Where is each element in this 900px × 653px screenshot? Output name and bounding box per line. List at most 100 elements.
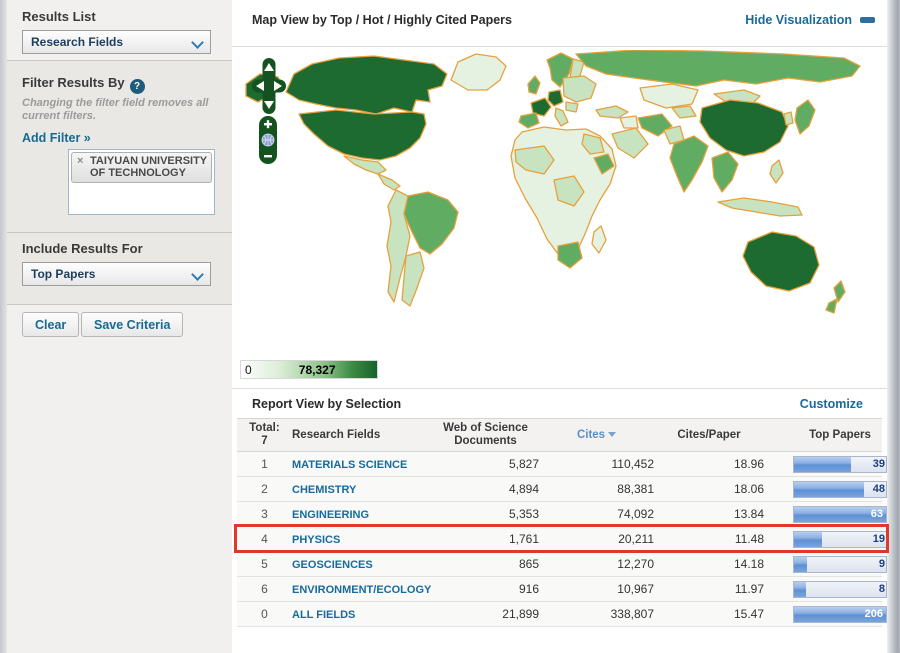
sidebar: Results List Research Fields Filter Resu…: [0, 0, 232, 653]
results-list-dropdown[interactable]: Research Fields: [22, 30, 211, 54]
map-region-canada[interactable]: [285, 55, 448, 115]
results-list-heading: Results List: [22, 9, 96, 24]
top-papers-bar: 48: [793, 480, 887, 498]
map-region-new-zealand-north[interactable]: [833, 280, 846, 303]
filter-heading: Filter Results By?: [22, 75, 145, 94]
clear-button[interactable]: Clear: [22, 312, 80, 337]
add-filter-link[interactable]: Add Filter »: [22, 131, 91, 145]
map-region-kazakhstan[interactable]: [639, 83, 699, 109]
map-region-indonesia[interactable]: [717, 197, 803, 217]
map-region-china[interactable]: [699, 99, 789, 157]
save-criteria-button[interactable]: Save Criteria: [81, 312, 184, 337]
esi-app-window: Results List Research Fields Filter Resu…: [0, 0, 900, 653]
table-row: 5 GEOSCIENCES 865 12,270 14.18 9: [237, 552, 887, 577]
map-region-iraq-syria[interactable]: [619, 115, 639, 129]
research-field-link[interactable]: CHEMISTRY: [292, 484, 356, 496]
row-wos-documents: 21,899: [502, 607, 539, 621]
sort-desc-icon: [608, 431, 617, 437]
chevron-down-icon: [193, 37, 203, 47]
row-cites: 74,092: [617, 507, 654, 521]
col-header-cites[interactable]: Cites: [539, 429, 654, 442]
map-region-uk[interactable]: [527, 75, 541, 95]
top-papers-bar: 8: [793, 580, 887, 598]
col-header-cites-per-paper: Cites/Paper: [677, 428, 741, 441]
map-region-argentina[interactable]: [401, 251, 425, 307]
hide-visualization-label: Hide Visualization: [745, 13, 852, 27]
map-region-russia[interactable]: [575, 50, 861, 87]
map-region-japan[interactable]: [794, 99, 816, 135]
row-wos-documents: 865: [518, 557, 539, 571]
map-region-saudi-arabia[interactable]: [611, 127, 649, 159]
map-region-southeast-asia[interactable]: [711, 151, 739, 193]
map-view-title: Map View by Top / Hot / Highly Cited Pap…: [252, 13, 512, 27]
main-panel: Map View by Top / Hot / Highly Cited Pap…: [232, 0, 889, 653]
customize-link[interactable]: Customize: [800, 397, 863, 411]
help-icon[interactable]: ?: [129, 79, 145, 94]
table-row: 1 MATERIALS SCIENCE 5,827 110,452 18.96 …: [237, 452, 887, 477]
legend-max-value: 78,327: [298, 363, 336, 377]
research-field-link[interactable]: MATERIALS SCIENCE: [292, 459, 407, 471]
research-field-link[interactable]: GEOSCIENCES: [292, 559, 373, 571]
map-region-usa[interactable]: [298, 109, 427, 161]
row-cites-per-paper: 11.97: [734, 582, 764, 596]
filter-note: Changing the filter field removes all cu…: [22, 97, 209, 122]
map-pan-control[interactable]: [252, 58, 286, 114]
collapse-minus-icon: [860, 17, 875, 23]
active-filters-box: × TAIYUAN UNIVERSITY OF TECHNOLOGY: [68, 149, 215, 215]
row-rank: 2: [261, 482, 268, 496]
top-papers-value: 63: [870, 508, 883, 520]
map-region-brazil[interactable]: [403, 191, 459, 255]
map-region-germany[interactable]: [547, 89, 564, 107]
map-region-balkans[interactable]: [565, 101, 579, 113]
map-region-korea[interactable]: [783, 111, 794, 126]
choropleth-map[interactable]: [244, 50, 869, 350]
map-region-greenland[interactable]: [450, 53, 507, 91]
map-region-india[interactable]: [669, 135, 709, 193]
scrollbar-track[interactable]: [887, 0, 900, 653]
top-papers-value: 48: [872, 483, 885, 495]
row-cites-per-paper: 13.84: [733, 507, 764, 521]
map-region-turkey[interactable]: [595, 105, 629, 119]
hide-visualization-link[interactable]: Hide Visualization: [745, 13, 875, 27]
map-region-madagascar[interactable]: [591, 225, 607, 254]
map-region-spain[interactable]: [518, 112, 540, 129]
total-count: Total: 7: [249, 422, 280, 447]
map-region-philippines[interactable]: [769, 159, 784, 184]
remove-filter-icon[interactable]: ×: [77, 155, 83, 167]
report-view-title: Report View by Selection: [252, 397, 402, 411]
sidebar-edge-strip: [0, 0, 7, 653]
map-zoom-control[interactable]: [258, 116, 278, 164]
row-rank: 1: [261, 457, 268, 471]
row-rank: 6: [261, 582, 268, 596]
top-papers-bar-fill: [794, 556, 807, 572]
research-field-link[interactable]: ENVIRONMENT/ECOLOGY: [292, 584, 431, 596]
results-list-dropdown-value: Research Fields: [31, 35, 124, 49]
chevron-down-icon: [193, 269, 203, 279]
row-cites-per-paper: 18.06: [733, 482, 764, 496]
map-region-eastern-europe[interactable]: [562, 75, 597, 103]
row-rank: 4: [261, 532, 268, 546]
map-region-italy[interactable]: [554, 107, 569, 127]
top-papers-bar-fill: [794, 531, 822, 547]
map-region-central-america[interactable]: [377, 173, 401, 191]
research-field-link[interactable]: PHYSICS: [292, 534, 340, 546]
map-region-south-africa[interactable]: [557, 241, 583, 269]
map-region-australia[interactable]: [742, 231, 820, 292]
top-papers-bar: 19: [793, 530, 887, 548]
top-papers-bar: 63: [793, 505, 887, 523]
row-cites-per-paper: 18.96: [733, 457, 764, 471]
research-field-link[interactable]: ENGINEERING: [292, 509, 369, 521]
top-papers-value: 8: [878, 583, 885, 595]
include-results-dropdown[interactable]: Top Papers: [22, 262, 211, 286]
map-region-central-asia[interactable]: [671, 105, 697, 119]
research-field-link[interactable]: ALL FIELDS: [292, 609, 355, 621]
row-cites-per-paper: 11.48: [734, 532, 764, 546]
table-body: 1 MATERIALS SCIENCE 5,827 110,452 18.96 …: [234, 452, 889, 627]
include-results-dropdown-value: Top Papers: [31, 267, 96, 281]
col-header-research-fields: Research Fields: [292, 428, 381, 441]
world-map: 0 78,327: [232, 48, 887, 388]
row-rank: 0: [261, 607, 268, 621]
map-region-new-zealand-south[interactable]: [825, 298, 838, 314]
row-wos-documents: 4,894: [508, 482, 539, 496]
table-row: 0 ALL FIELDS 21,899 338,807 15.47 206: [237, 602, 887, 627]
